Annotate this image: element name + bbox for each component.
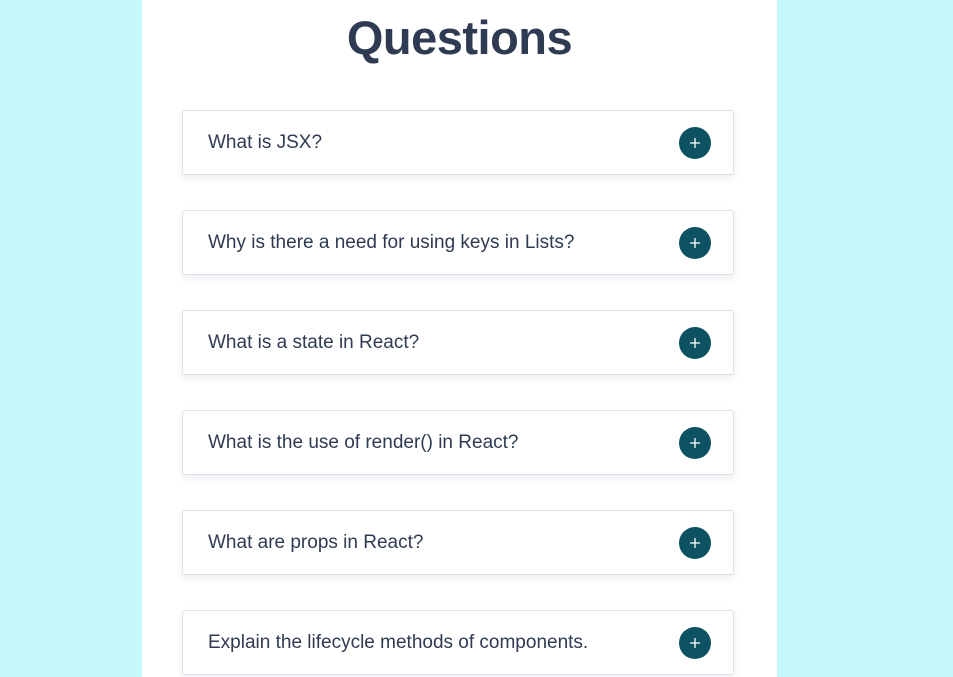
questions-panel: Questions What is JSX? Why is there a ne… (142, 0, 777, 677)
expand-button[interactable] (679, 627, 711, 659)
question-item[interactable]: Why is there a need for using keys in Li… (182, 210, 734, 275)
plus-icon (690, 438, 700, 448)
question-label: What is JSX? (208, 132, 323, 153)
question-label: What are props in React? (208, 532, 424, 553)
question-item[interactable]: What is JSX? (182, 110, 734, 175)
question-item[interactable]: What are props in React? (182, 510, 734, 575)
question-item[interactable]: What is the use of render() in React? (182, 410, 734, 475)
question-label: What is a state in React? (208, 332, 420, 353)
question-label: Explain the lifecycle methods of compone… (208, 632, 589, 653)
expand-button[interactable] (679, 427, 711, 459)
expand-button[interactable] (679, 327, 711, 359)
expand-button[interactable] (679, 527, 711, 559)
plus-icon (690, 338, 700, 348)
expand-button[interactable] (679, 127, 711, 159)
plus-icon (690, 138, 700, 148)
plus-icon (690, 538, 700, 548)
plus-icon (690, 638, 700, 648)
question-item[interactable]: Explain the lifecycle methods of compone… (182, 610, 734, 675)
page-title: Questions (346, 11, 573, 64)
plus-icon (690, 238, 700, 248)
question-label: What is the use of render() in React? (208, 432, 519, 453)
question-item[interactable]: What is a state in React? (182, 310, 734, 375)
question-label: Why is there a need for using keys in Li… (208, 232, 575, 253)
expand-button[interactable] (679, 227, 711, 259)
